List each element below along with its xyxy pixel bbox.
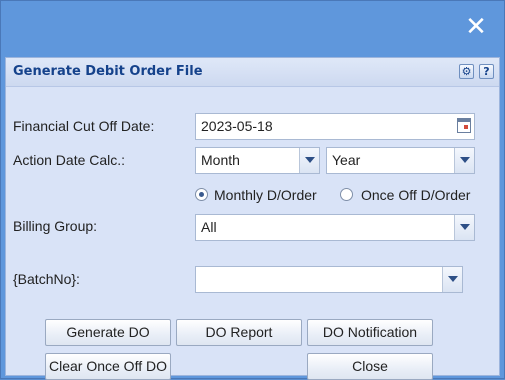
help-icon[interactable]: ? [479, 64, 494, 79]
financial-cut-off-date-field[interactable]: 2023-05-18 [195, 113, 475, 140]
chevron-down-icon[interactable] [454, 215, 474, 240]
batch-no-label: {BatchNo}: [13, 271, 80, 287]
dialog-window: ✕ Generate Debit Order File ⚙ ? Financia… [0, 0, 505, 380]
billing-group-select[interactable]: All [195, 214, 475, 241]
do-report-button[interactable]: DO Report [176, 319, 302, 346]
generate-do-button[interactable]: Generate DO [45, 319, 171, 346]
close-button[interactable]: Close [307, 353, 433, 380]
financial-cut-off-date-label: Financial Cut Off Date: [13, 118, 155, 134]
clear-once-off-do-button[interactable]: Clear Once Off DO [45, 353, 171, 380]
chevron-down-icon[interactable] [299, 148, 319, 173]
gear-icon[interactable]: ⚙ [459, 64, 474, 79]
billing-group-label: Billing Group: [13, 218, 98, 234]
action-date-period-value: Month [201, 152, 240, 168]
action-date-calc-label: Action Date Calc.: [13, 152, 126, 168]
action-date-type-select[interactable]: Year [326, 147, 475, 174]
do-notification-button[interactable]: DO Notification [307, 319, 433, 346]
panel-title: Generate Debit Order File [13, 64, 203, 79]
calendar-icon[interactable] [457, 118, 471, 133]
chevron-down-icon[interactable] [442, 267, 462, 292]
billing-group-value: All [201, 219, 217, 235]
once-off-debit-order-radio[interactable] [340, 188, 353, 201]
action-date-period-select[interactable]: Month [195, 147, 320, 174]
close-icon[interactable]: ✕ [464, 14, 488, 40]
batch-no-select[interactable] [195, 266, 463, 293]
financial-cut-off-date-value: 2023-05-18 [201, 118, 273, 134]
panel-header: Generate Debit Order File ⚙ ? [6, 58, 499, 87]
chevron-down-icon[interactable] [454, 148, 474, 173]
window-titlebar: ✕ [1, 1, 504, 57]
monthly-debit-order-label: Monthly D/Order [214, 187, 317, 203]
monthly-debit-order-radio[interactable] [195, 188, 208, 201]
generate-debit-order-panel: Generate Debit Order File ⚙ ? Financial … [5, 57, 500, 380]
once-off-debit-order-label: Once Off D/Order [361, 187, 471, 203]
action-date-type-value: Year [332, 152, 361, 168]
